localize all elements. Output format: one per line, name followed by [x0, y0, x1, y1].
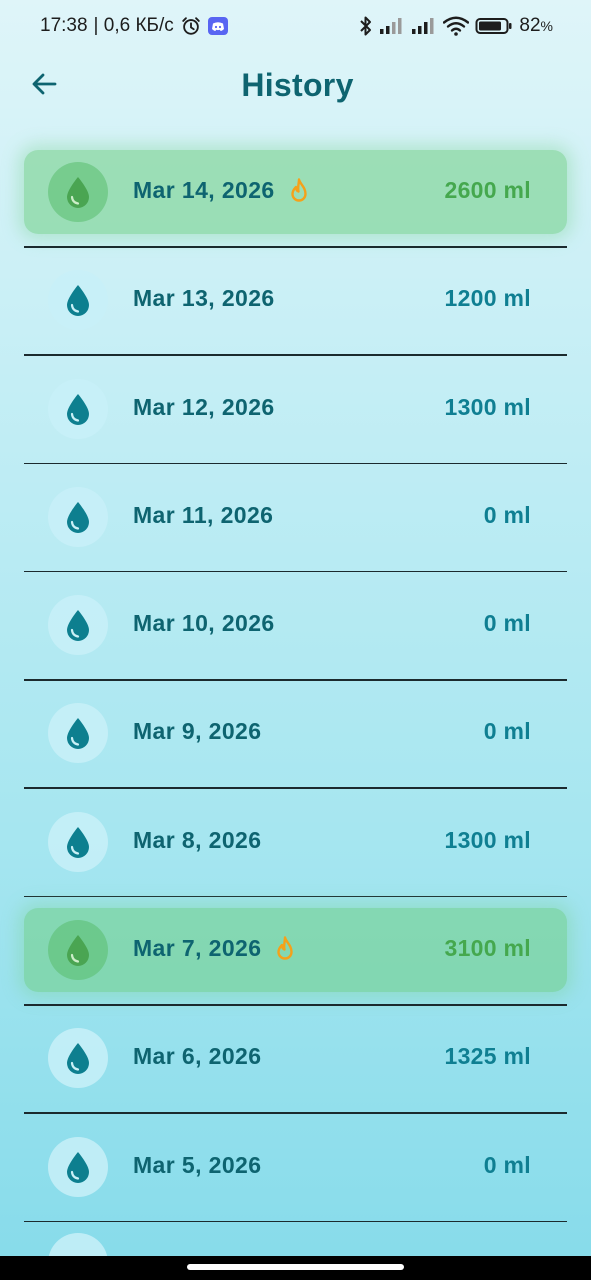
history-date-group: Mar 14, 2026 — [133, 177, 309, 204]
water-drop-icon — [48, 162, 108, 222]
page-title: History — [241, 66, 354, 103]
app-header: History — [0, 52, 591, 118]
row-divider — [24, 1004, 567, 1006]
row-divider — [24, 787, 567, 789]
history-amount: 0 ml — [483, 1151, 531, 1178]
back-button[interactable] — [26, 66, 62, 102]
water-drop-icon — [48, 595, 108, 656]
row-divider — [24, 895, 567, 898]
history-date-group: Mar 13, 2026 — [133, 285, 275, 312]
history-date: Mar 13, 2026 — [133, 285, 275, 312]
battery-percent-unit: % — [540, 18, 553, 34]
history-amount: 0 ml — [483, 718, 531, 745]
water-drop-icon — [48, 1028, 108, 1089]
water-drop-icon — [48, 486, 108, 547]
status-left: 17:38 | 0,6 КБ/с — [40, 15, 228, 37]
flame-icon — [275, 935, 295, 962]
history-row-content[interactable]: Mar 9, 2026 0 ml — [24, 691, 567, 775]
battery-percent: 82 — [519, 15, 541, 36]
history-row[interactable]: Mar 9, 2026 0 ml — [24, 691, 567, 799]
history-date: Mar 8, 2026 — [133, 826, 262, 853]
history-date: Mar 6, 2026 — [133, 1043, 262, 1070]
row-divider — [24, 246, 567, 248]
home-indicator[interactable] — [187, 1264, 404, 1270]
battery-icon — [475, 16, 513, 36]
row-divider — [24, 1112, 567, 1114]
history-date-group: Mar 8, 2026 — [133, 827, 261, 854]
bluetooth-icon — [359, 15, 373, 37]
status-time: 17:38 — [40, 15, 88, 36]
history-amount: 3100 ml — [444, 935, 531, 962]
history-date: Mar 7, 2026 — [133, 935, 262, 962]
history-date-group: Mar 12, 2026 — [133, 394, 275, 421]
history-amount: 1325 ml — [444, 1043, 531, 1070]
history-date: Mar 9, 2026 — [133, 718, 262, 745]
row-divider — [24, 679, 567, 681]
water-drop-icon — [48, 270, 108, 331]
history-row[interactable]: Mar 8, 2026 1300 ml — [24, 800, 567, 908]
status-bar: 17:38 | 0,6 КБ/с 82 % — [0, 0, 591, 52]
history-amount: 1300 ml — [444, 393, 531, 420]
history-row-content[interactable]: Mar 11, 2026 0 ml — [24, 475, 567, 559]
status-network-speed: | 0,6 КБ/с — [93, 15, 174, 36]
history-row[interactable]: Mar 5, 2026 0 ml — [24, 1125, 567, 1233]
water-drop-icon — [48, 378, 108, 439]
history-row[interactable]: Mar 6, 2026 1325 ml — [24, 1016, 567, 1124]
history-row-content[interactable]: Mar 7, 2026 3100 ml — [24, 908, 567, 993]
history-amount: 1300 ml — [444, 826, 531, 853]
history-row[interactable]: Mar 13, 2026 1200 ml — [24, 258, 567, 366]
history-row[interactable]: Mar 7, 2026 3100 ml — [24, 908, 567, 1016]
history-amount: 0 ml — [483, 610, 531, 637]
history-row-content[interactable]: Mar 12, 2026 1300 ml — [24, 367, 567, 451]
history-date: Mar 5, 2026 — [133, 1151, 262, 1178]
signal-1-icon — [379, 17, 405, 35]
row-divider — [24, 354, 567, 356]
history-list[interactable]: Mar 14, 2026 2600 ml Mar 13, 2026 1200 ml… — [24, 150, 567, 1280]
alarm-icon — [180, 15, 202, 37]
water-drop-icon — [48, 703, 108, 764]
flame-icon — [289, 177, 309, 204]
water-drop-icon — [48, 811, 108, 872]
history-date-group: Mar 7, 2026 — [133, 935, 295, 962]
history-row[interactable]: Mar 10, 2026 0 ml — [24, 583, 567, 691]
history-row-content[interactable]: Mar 14, 2026 2600 ml — [24, 150, 567, 234]
row-divider — [24, 1220, 567, 1223]
history-row-content[interactable]: Mar 5, 2026 0 ml — [24, 1125, 567, 1209]
history-row-content[interactable]: Mar 8, 2026 1300 ml — [24, 800, 567, 884]
arrow-left-icon — [30, 70, 58, 98]
history-amount: 1200 ml — [444, 285, 531, 312]
history-date: Mar 10, 2026 — [133, 610, 275, 637]
water-drop-icon — [48, 920, 108, 981]
history-date-group: Mar 5, 2026 — [133, 1152, 261, 1179]
history-date-group: Mar 9, 2026 — [133, 718, 261, 745]
history-date-group: Mar 10, 2026 — [133, 610, 275, 637]
wifi-icon — [443, 16, 470, 36]
history-date-group: Mar 6, 2026 — [133, 1043, 261, 1070]
history-row-content[interactable]: Mar 6, 2026 1325 ml — [24, 1016, 567, 1100]
row-divider — [24, 462, 567, 465]
history-amount: 0 ml — [483, 501, 531, 528]
history-row-content[interactable]: Mar 10, 2026 0 ml — [24, 583, 567, 667]
water-drop-icon — [48, 1136, 108, 1197]
signal-2-icon — [411, 17, 437, 35]
history-date-group: Mar 11, 2026 — [133, 502, 273, 529]
row-divider — [24, 570, 567, 573]
history-row-content[interactable]: Mar 13, 2026 1200 ml — [24, 258, 567, 342]
history-row[interactable]: Mar 11, 2026 0 ml — [24, 475, 567, 583]
history-row[interactable]: Mar 12, 2026 1300 ml — [24, 367, 567, 475]
navigation-bar — [0, 1256, 591, 1280]
discord-icon — [207, 17, 228, 35]
status-right: 82 % — [359, 15, 553, 37]
history-date: Mar 12, 2026 — [133, 393, 275, 420]
history-row[interactable]: Mar 14, 2026 2600 ml — [24, 150, 567, 258]
history-amount: 2600 ml — [444, 177, 531, 203]
history-date: Mar 11, 2026 — [133, 501, 274, 528]
history-date: Mar 14, 2026 — [133, 177, 275, 203]
